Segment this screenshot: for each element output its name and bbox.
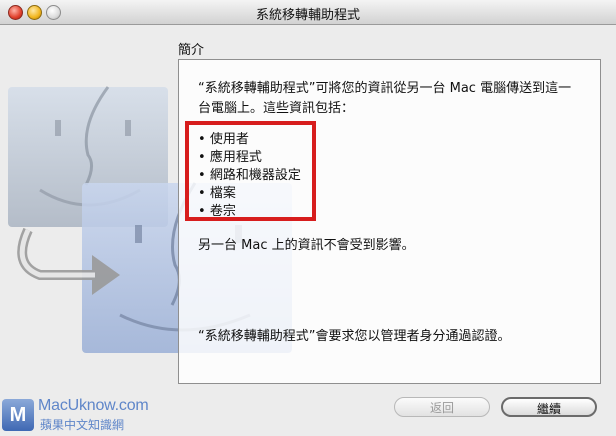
intro-text: “系統移轉輔助程式”可將您的資訊從另一台 Mac 電腦傳送到這一 台電腦上。這些… <box>198 79 578 119</box>
migration-assistant-window: 系統移轉輔助程式 簡介 “系統移轉輔助程式”可將您的資訊從另一台 Mac 電腦傳… <box>0 0 616 436</box>
watermark-logo: M <box>2 399 34 431</box>
watermark-subtitle: 蘋果中文知識網 <box>40 418 125 432</box>
section-heading: 簡介 <box>178 43 205 58</box>
authentication-note: “系統移轉輔助程式”會要求您以管理者身分通過認證。 <box>198 329 511 344</box>
watermark-site: MacUknow.com <box>38 397 149 414</box>
intro-line-2: 台電腦上。這些資訊包括： <box>198 101 355 116</box>
continue-button[interactable]: 繼續 <box>501 397 597 417</box>
window-title: 系統移轉輔助程式 <box>255 8 360 23</box>
title-bar: 系統移轉輔助程式 <box>0 0 616 25</box>
back-button[interactable]: 返回 <box>394 397 490 417</box>
highlight-box <box>185 121 316 221</box>
watermark: M MacUknow.com 蘋果中文知識網 <box>2 397 149 435</box>
intro-line-1: “系統移轉輔助程式”可將您的資訊從另一台 Mac 電腦傳送到這一 <box>198 81 572 96</box>
unaffected-notice: 另一台 Mac 上的資訊不會受到影響。 <box>198 238 415 253</box>
